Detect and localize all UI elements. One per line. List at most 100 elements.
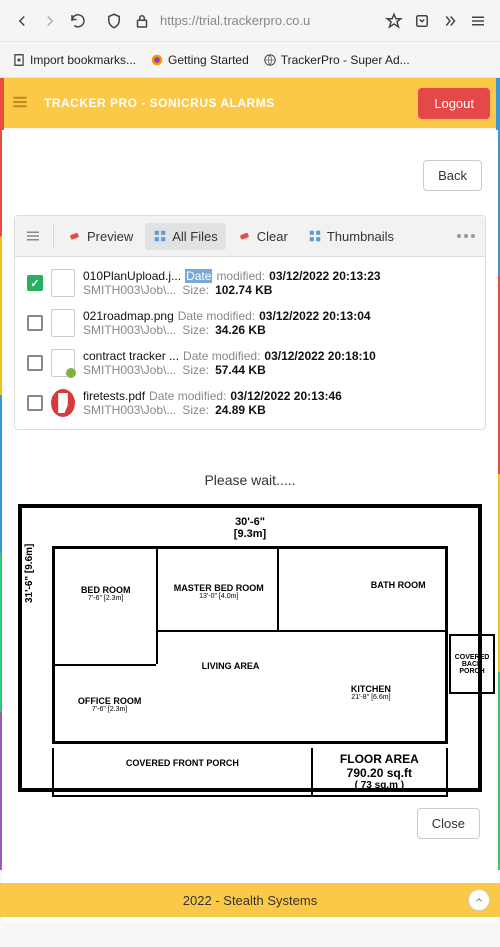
back-nav-icon[interactable]	[8, 7, 36, 35]
file-checkbox[interactable]	[27, 275, 43, 291]
floor-area: FLOOR AREA 790.20 sq.ft ( 73 sq.m )	[313, 748, 446, 795]
file-name: 010PlanUpload.j...	[83, 269, 181, 283]
size-label: Size:	[182, 283, 209, 297]
file-thumb-icon	[51, 309, 75, 337]
app-title: TRACKER PRO - SONICRUS ALARMS	[44, 96, 275, 110]
import-icon	[12, 53, 26, 67]
file-row[interactable]: contract tracker ... Date modified: 03/1…	[19, 343, 481, 383]
file-info: 021roadmap.png Date modified: 03/12/2022…	[83, 309, 477, 337]
file-row[interactable]: 010PlanUpload.j... Date modified: 03/12/…	[19, 263, 481, 303]
file-path: SMITH003\Job\...	[83, 283, 176, 297]
file-list: 010PlanUpload.j... Date modified: 03/12/…	[15, 257, 485, 429]
file-path: SMITH003\Job\...	[83, 363, 176, 377]
preview-label: Preview	[87, 229, 133, 244]
file-path: SMITH003\Job\...	[83, 403, 176, 417]
file-checkbox[interactable]	[27, 315, 43, 331]
room-master: MASTER BED ROOM13'-0" [4.0m]	[164, 553, 273, 630]
floorplan-container: 30'-6"[9.3m] 31'-6" [9.6m] BED ROOM7'-6"…	[18, 504, 482, 792]
grid-icon	[153, 229, 167, 243]
reload-icon[interactable]	[64, 7, 92, 35]
file-modified: 03/12/2022 20:18:10	[264, 349, 375, 363]
file-name: contract tracker ...	[83, 349, 179, 363]
file-size: 57.44 KB	[215, 363, 266, 377]
back-porch: COVERED BACK PORCH	[449, 634, 495, 694]
bookmark-label: TrackerPro - Super Ad...	[281, 53, 410, 67]
file-checkbox[interactable]	[27, 355, 43, 371]
room-bed: BED ROOM7'-6" [2.3m]	[63, 553, 149, 634]
back-button[interactable]: Back	[423, 160, 482, 191]
file-modified: 03/12/2022 20:13:23	[269, 269, 380, 283]
front-porch: COVERED FRONT PORCH	[54, 748, 313, 795]
left-dimension: 31'-6" [9.6m]	[24, 544, 35, 603]
scroll-top-button[interactable]	[468, 889, 490, 911]
chevron-up-icon	[474, 895, 484, 905]
file-panel: Preview All Files Clear Thumbnails 010Pl…	[14, 215, 486, 430]
size-label: Size:	[182, 323, 209, 337]
size-label: Size:	[182, 363, 209, 377]
file-thumb-icon	[51, 389, 75, 417]
file-info: firetests.pdf Date modified: 03/12/2022 …	[83, 389, 477, 417]
close-button[interactable]: Close	[417, 808, 480, 839]
file-name: firetests.pdf	[83, 389, 145, 403]
overflow-chevrons-icon[interactable]	[436, 7, 464, 35]
file-name: 021roadmap.png	[83, 309, 174, 323]
shield-icon[interactable]	[100, 7, 128, 35]
file-row[interactable]: firetests.pdf Date modified: 03/12/2022 …	[19, 383, 481, 423]
file-checkbox[interactable]	[27, 395, 43, 411]
more-icon[interactable]	[451, 228, 481, 244]
thumbnails-button[interactable]: Thumbnails	[300, 223, 402, 250]
bookmark-label: Import bookmarks...	[30, 53, 136, 67]
all-files-button[interactable]: All Files	[145, 223, 226, 250]
bookmark-import[interactable]: Import bookmarks...	[6, 49, 142, 71]
file-row[interactable]: 021roadmap.png Date modified: 03/12/2022…	[19, 303, 481, 343]
bookmark-getting-started[interactable]: Getting Started	[144, 49, 255, 71]
floorplan-image: 30'-6"[9.3m] 31'-6" [9.6m] BED ROOM7'-6"…	[22, 508, 478, 788]
file-thumb-icon	[51, 269, 75, 297]
preview-button[interactable]: Preview	[60, 223, 141, 250]
bookmark-label: Getting Started	[168, 53, 249, 67]
logout-button[interactable]: Logout	[418, 88, 490, 119]
loading-text: Please wait.....	[18, 460, 482, 504]
app-menu-icon[interactable]	[464, 7, 492, 35]
main-content: Back Preview All Files Clear Thumbnails	[2, 130, 498, 922]
size-label: Size:	[182, 403, 209, 417]
separator	[53, 224, 54, 248]
hamburger-icon[interactable]	[10, 92, 30, 115]
file-info: 010PlanUpload.j... Date modified: 03/12/…	[83, 269, 477, 297]
file-size: 102.74 KB	[215, 283, 272, 297]
top-dimension: 30'-6"[9.3m]	[30, 516, 470, 540]
file-toolbar: Preview All Files Clear Thumbnails	[15, 216, 485, 257]
room-living: LIVING AREA	[180, 641, 281, 691]
clear-label: Clear	[257, 229, 288, 244]
bookmark-bar: Import bookmarks... Getting Started Trac…	[0, 42, 500, 78]
file-modified: 03/12/2022 20:13:04	[259, 309, 370, 323]
file-modified: 03/12/2022 20:13:46	[230, 389, 341, 403]
file-size: 34.26 KB	[215, 323, 266, 337]
preview-area: Please wait..... 30'-6"[9.3m] 31'-6" [9.…	[14, 456, 486, 851]
file-path: SMITH003\Job\...	[83, 323, 176, 337]
room-bath: BATH ROOM	[359, 553, 437, 618]
star-icon[interactable]	[380, 7, 408, 35]
lock-icon[interactable]	[128, 7, 156, 35]
all-files-label: All Files	[172, 229, 218, 244]
pocket-icon[interactable]	[408, 7, 436, 35]
thumbs-icon	[308, 229, 322, 243]
forward-nav-icon[interactable]	[36, 7, 64, 35]
file-info: contract tracker ... Date modified: 03/1…	[83, 349, 477, 377]
footer: 2022 - Stealth Systems	[0, 883, 500, 917]
browser-toolbar	[0, 0, 500, 42]
clear-button[interactable]: Clear	[230, 223, 296, 250]
app-header: TRACKER PRO - SONICRUS ALARMS Logout	[0, 78, 500, 128]
eraser-icon	[68, 229, 82, 243]
thumbnails-label: Thumbnails	[327, 229, 394, 244]
file-size: 24.89 KB	[215, 403, 266, 417]
eraser-icon	[238, 229, 252, 243]
panel-menu-icon[interactable]	[19, 222, 47, 250]
url-input[interactable]	[156, 9, 380, 32]
globe-icon	[263, 53, 277, 67]
file-thumb-icon	[51, 349, 75, 377]
room-kitchen: KITCHEN21'-8" [6.6m]	[328, 664, 414, 722]
room-office: OFFICE ROOM7'-6" [2.3m]	[71, 680, 149, 730]
firefox-icon	[150, 53, 164, 67]
bookmark-trackerpro[interactable]: TrackerPro - Super Ad...	[257, 49, 416, 71]
